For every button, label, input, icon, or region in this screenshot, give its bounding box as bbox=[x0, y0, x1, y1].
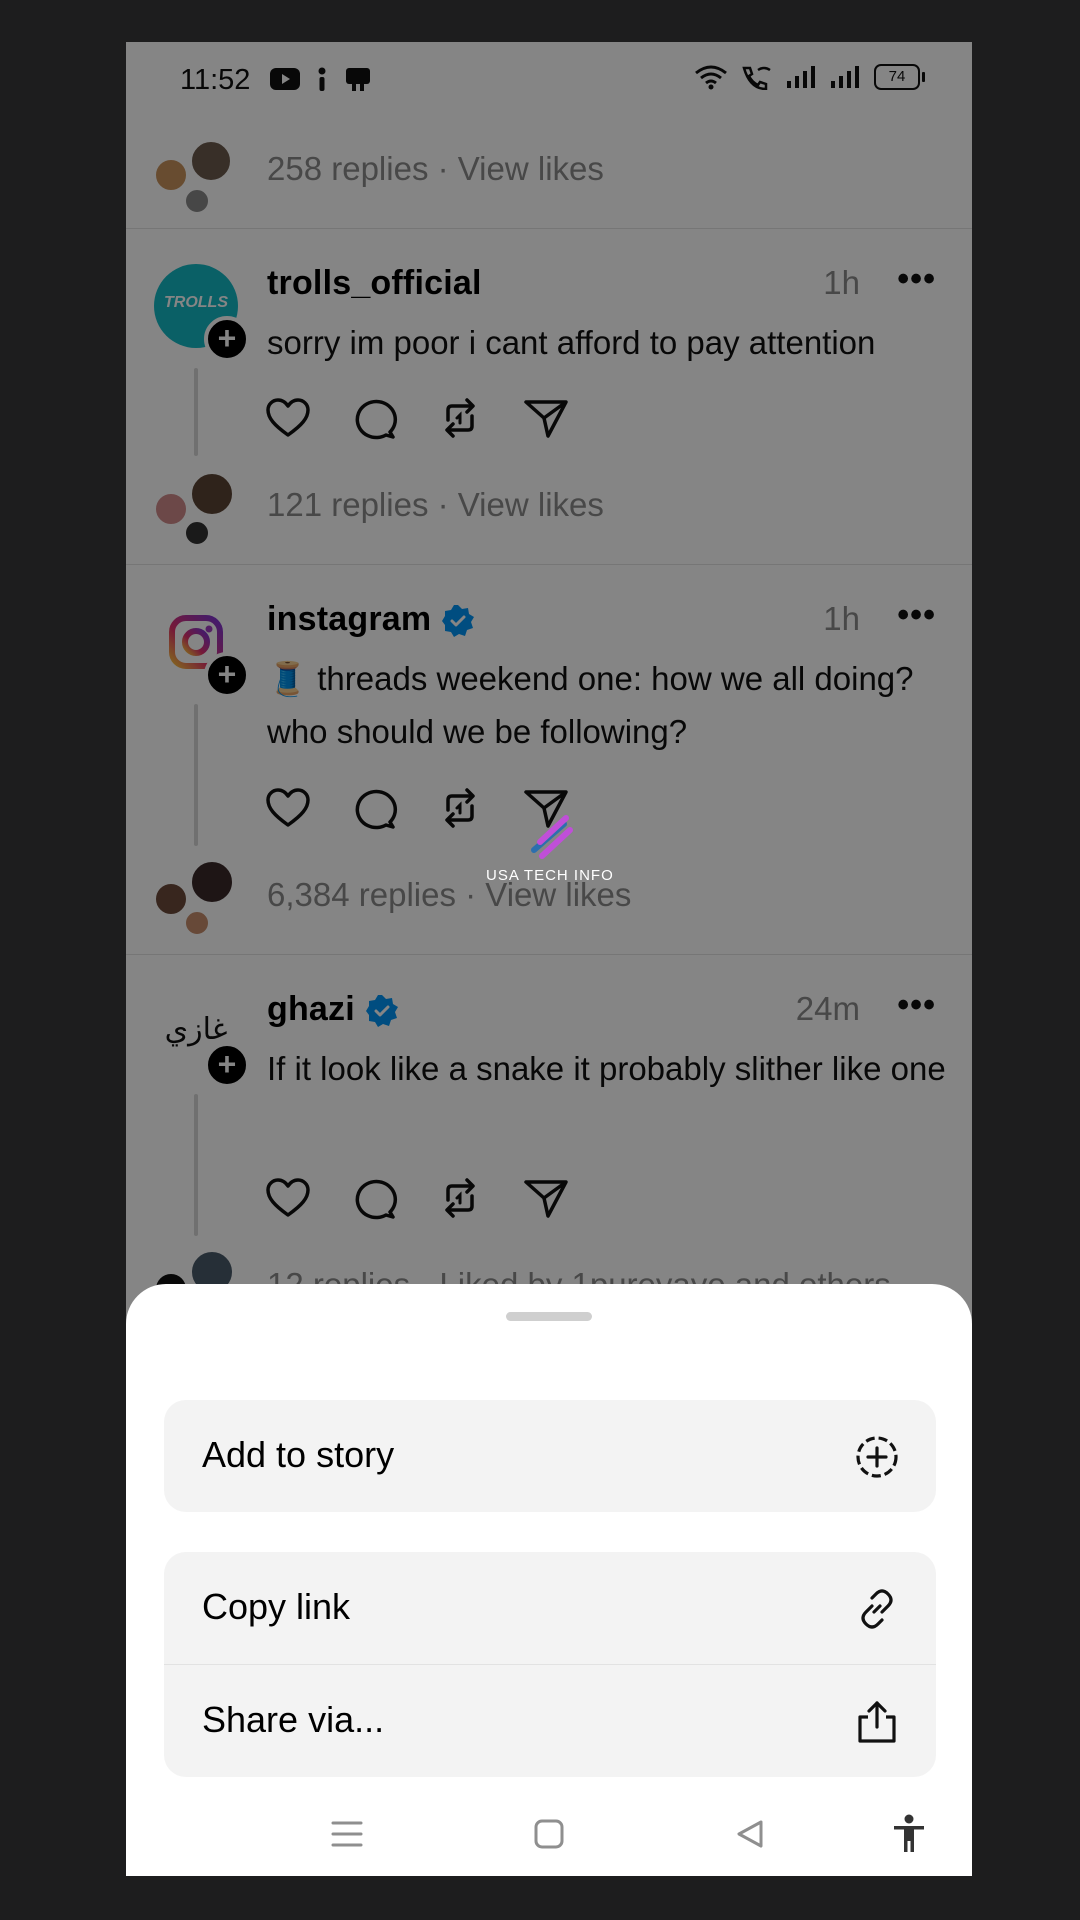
home-icon[interactable] bbox=[533, 1818, 565, 1850]
add-to-story-button[interactable]: Add to story bbox=[164, 1400, 936, 1512]
back-icon[interactable] bbox=[734, 1818, 766, 1850]
add-circle-icon bbox=[856, 1436, 898, 1478]
phone-screen: 11:52 74 258 replies · View likes TROLLS… bbox=[126, 42, 972, 1876]
accessibility-icon[interactable] bbox=[892, 1814, 926, 1854]
menu-icon[interactable] bbox=[330, 1818, 364, 1850]
watermark: USA TECH INFO bbox=[486, 810, 614, 884]
share-via-button[interactable]: Share via... bbox=[164, 1664, 936, 1777]
system-navigation-bar bbox=[126, 1792, 972, 1876]
share-bottom-sheet: Add to story Copy link Share via... bbox=[126, 1284, 972, 1876]
story-group: Add to story bbox=[164, 1400, 936, 1512]
share-via-label: Share via... bbox=[202, 1699, 385, 1740]
link-icon bbox=[861, 1589, 893, 1629]
watermark-logo-icon bbox=[530, 815, 573, 859]
sheet-drag-handle[interactable] bbox=[506, 1312, 592, 1321]
copy-link-label: Copy link bbox=[202, 1586, 351, 1627]
share-icon bbox=[858, 1701, 896, 1743]
copy-link-button[interactable]: Copy link bbox=[164, 1552, 936, 1664]
add-to-story-label: Add to story bbox=[202, 1434, 395, 1475]
link-group: Copy link Share via... bbox=[164, 1552, 936, 1777]
watermark-text: USA TECH INFO bbox=[486, 867, 614, 884]
